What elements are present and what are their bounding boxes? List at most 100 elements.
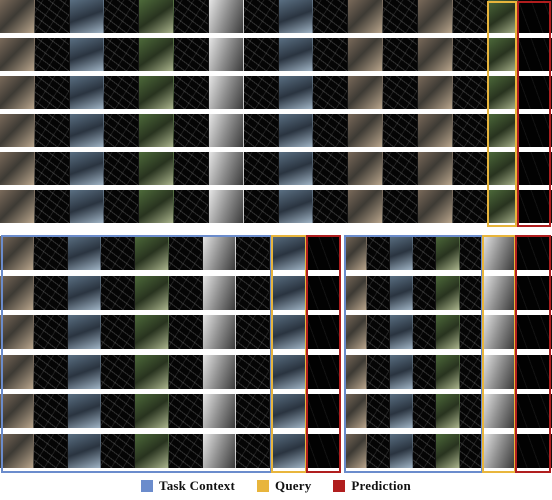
context-image bbox=[0, 114, 35, 147]
context-image bbox=[135, 394, 169, 428]
context-image bbox=[139, 38, 175, 71]
context-image bbox=[0, 315, 34, 349]
context-edge-map bbox=[243, 114, 279, 147]
context-edge-map bbox=[104, 38, 140, 71]
query-image bbox=[270, 394, 307, 428]
context-image bbox=[67, 354, 102, 389]
context-edge-map bbox=[236, 394, 271, 428]
context-image bbox=[202, 275, 237, 310]
context-image bbox=[0, 275, 34, 310]
context-edge-map bbox=[383, 38, 418, 71]
context-edge-map bbox=[413, 236, 437, 270]
context-edge-map bbox=[34, 114, 70, 147]
context-edge-map bbox=[101, 354, 136, 389]
context-edge-map bbox=[104, 190, 140, 223]
image-row bbox=[0, 76, 552, 109]
context-edge-map bbox=[383, 152, 418, 185]
context-edge-map bbox=[459, 354, 483, 389]
context-image bbox=[348, 114, 384, 147]
context-edge-map bbox=[313, 0, 349, 33]
context-image bbox=[344, 236, 368, 270]
context-edge-map bbox=[101, 275, 136, 310]
context-edge-map bbox=[174, 190, 209, 223]
context-image bbox=[436, 315, 460, 349]
context-image bbox=[417, 0, 453, 33]
context-edge-map bbox=[34, 38, 70, 71]
context-edge-map bbox=[101, 315, 136, 349]
context-image bbox=[69, 0, 105, 33]
context-edge-map bbox=[168, 275, 203, 310]
context-image bbox=[202, 394, 237, 428]
context-image bbox=[278, 152, 314, 185]
prediction-edge-map bbox=[515, 433, 552, 468]
context-edge-map bbox=[174, 76, 209, 109]
context-image bbox=[390, 354, 414, 389]
context-edge-map bbox=[33, 236, 68, 270]
context-edge-map bbox=[236, 315, 271, 349]
query-image bbox=[487, 152, 518, 185]
image-row bbox=[0, 190, 552, 223]
query-image bbox=[270, 433, 307, 468]
context-image bbox=[436, 236, 460, 270]
prediction-edge-map bbox=[515, 354, 552, 389]
image-row bbox=[0, 236, 341, 270]
context-edge-map bbox=[313, 114, 349, 147]
context-image bbox=[208, 152, 244, 185]
context-image bbox=[67, 433, 102, 468]
query-image bbox=[270, 315, 307, 349]
context-image bbox=[390, 433, 414, 468]
prediction-edge-map bbox=[306, 354, 341, 389]
context-edge-map bbox=[101, 236, 136, 270]
context-edge-map bbox=[313, 38, 349, 71]
context-edge-map bbox=[174, 38, 209, 71]
query-image bbox=[482, 236, 516, 270]
context-image bbox=[135, 236, 169, 270]
context-edge-map bbox=[168, 354, 203, 389]
context-edge-map bbox=[236, 354, 271, 389]
context-edge-map bbox=[33, 275, 68, 310]
context-edge-map bbox=[34, 76, 70, 109]
context-image bbox=[348, 152, 384, 185]
context-edge-map bbox=[168, 433, 203, 468]
query-image bbox=[270, 354, 307, 389]
context-image bbox=[417, 114, 453, 147]
context-edge-map bbox=[367, 315, 391, 349]
context-edge-map bbox=[104, 114, 140, 147]
legend-item-task-context: Task Context bbox=[141, 478, 235, 494]
context-edge-map bbox=[101, 394, 136, 428]
context-edge-map bbox=[104, 76, 140, 109]
context-edge-map bbox=[367, 433, 391, 468]
context-image bbox=[0, 152, 35, 185]
context-image bbox=[69, 38, 105, 71]
context-image bbox=[0, 38, 35, 71]
legend-label-task-context: Task Context bbox=[159, 478, 236, 493]
context-image bbox=[67, 275, 102, 310]
prediction-edge-map bbox=[515, 315, 552, 349]
context-image bbox=[417, 38, 453, 71]
context-image bbox=[69, 190, 105, 223]
context-image bbox=[348, 190, 384, 223]
context-image bbox=[436, 394, 460, 428]
context-image bbox=[139, 0, 175, 33]
query-image bbox=[482, 433, 516, 468]
context-image bbox=[69, 152, 105, 185]
context-edge-map bbox=[104, 152, 140, 185]
context-image bbox=[278, 190, 314, 223]
context-edge-map bbox=[367, 394, 391, 428]
context-image bbox=[348, 38, 384, 71]
context-image bbox=[344, 394, 368, 428]
context-edge-map bbox=[101, 433, 136, 468]
context-edge-map bbox=[383, 76, 418, 109]
context-edge-map bbox=[413, 275, 437, 310]
query-image bbox=[487, 0, 518, 33]
context-image bbox=[69, 114, 105, 147]
context-edge-map bbox=[168, 315, 203, 349]
query-image bbox=[482, 315, 516, 349]
image-row bbox=[0, 114, 552, 147]
context-image bbox=[67, 315, 102, 349]
context-image bbox=[436, 433, 460, 468]
context-edge-map bbox=[34, 152, 70, 185]
context-edge-map bbox=[33, 394, 68, 428]
context-edge-map bbox=[367, 275, 391, 310]
prediction-edge-map bbox=[517, 114, 552, 147]
